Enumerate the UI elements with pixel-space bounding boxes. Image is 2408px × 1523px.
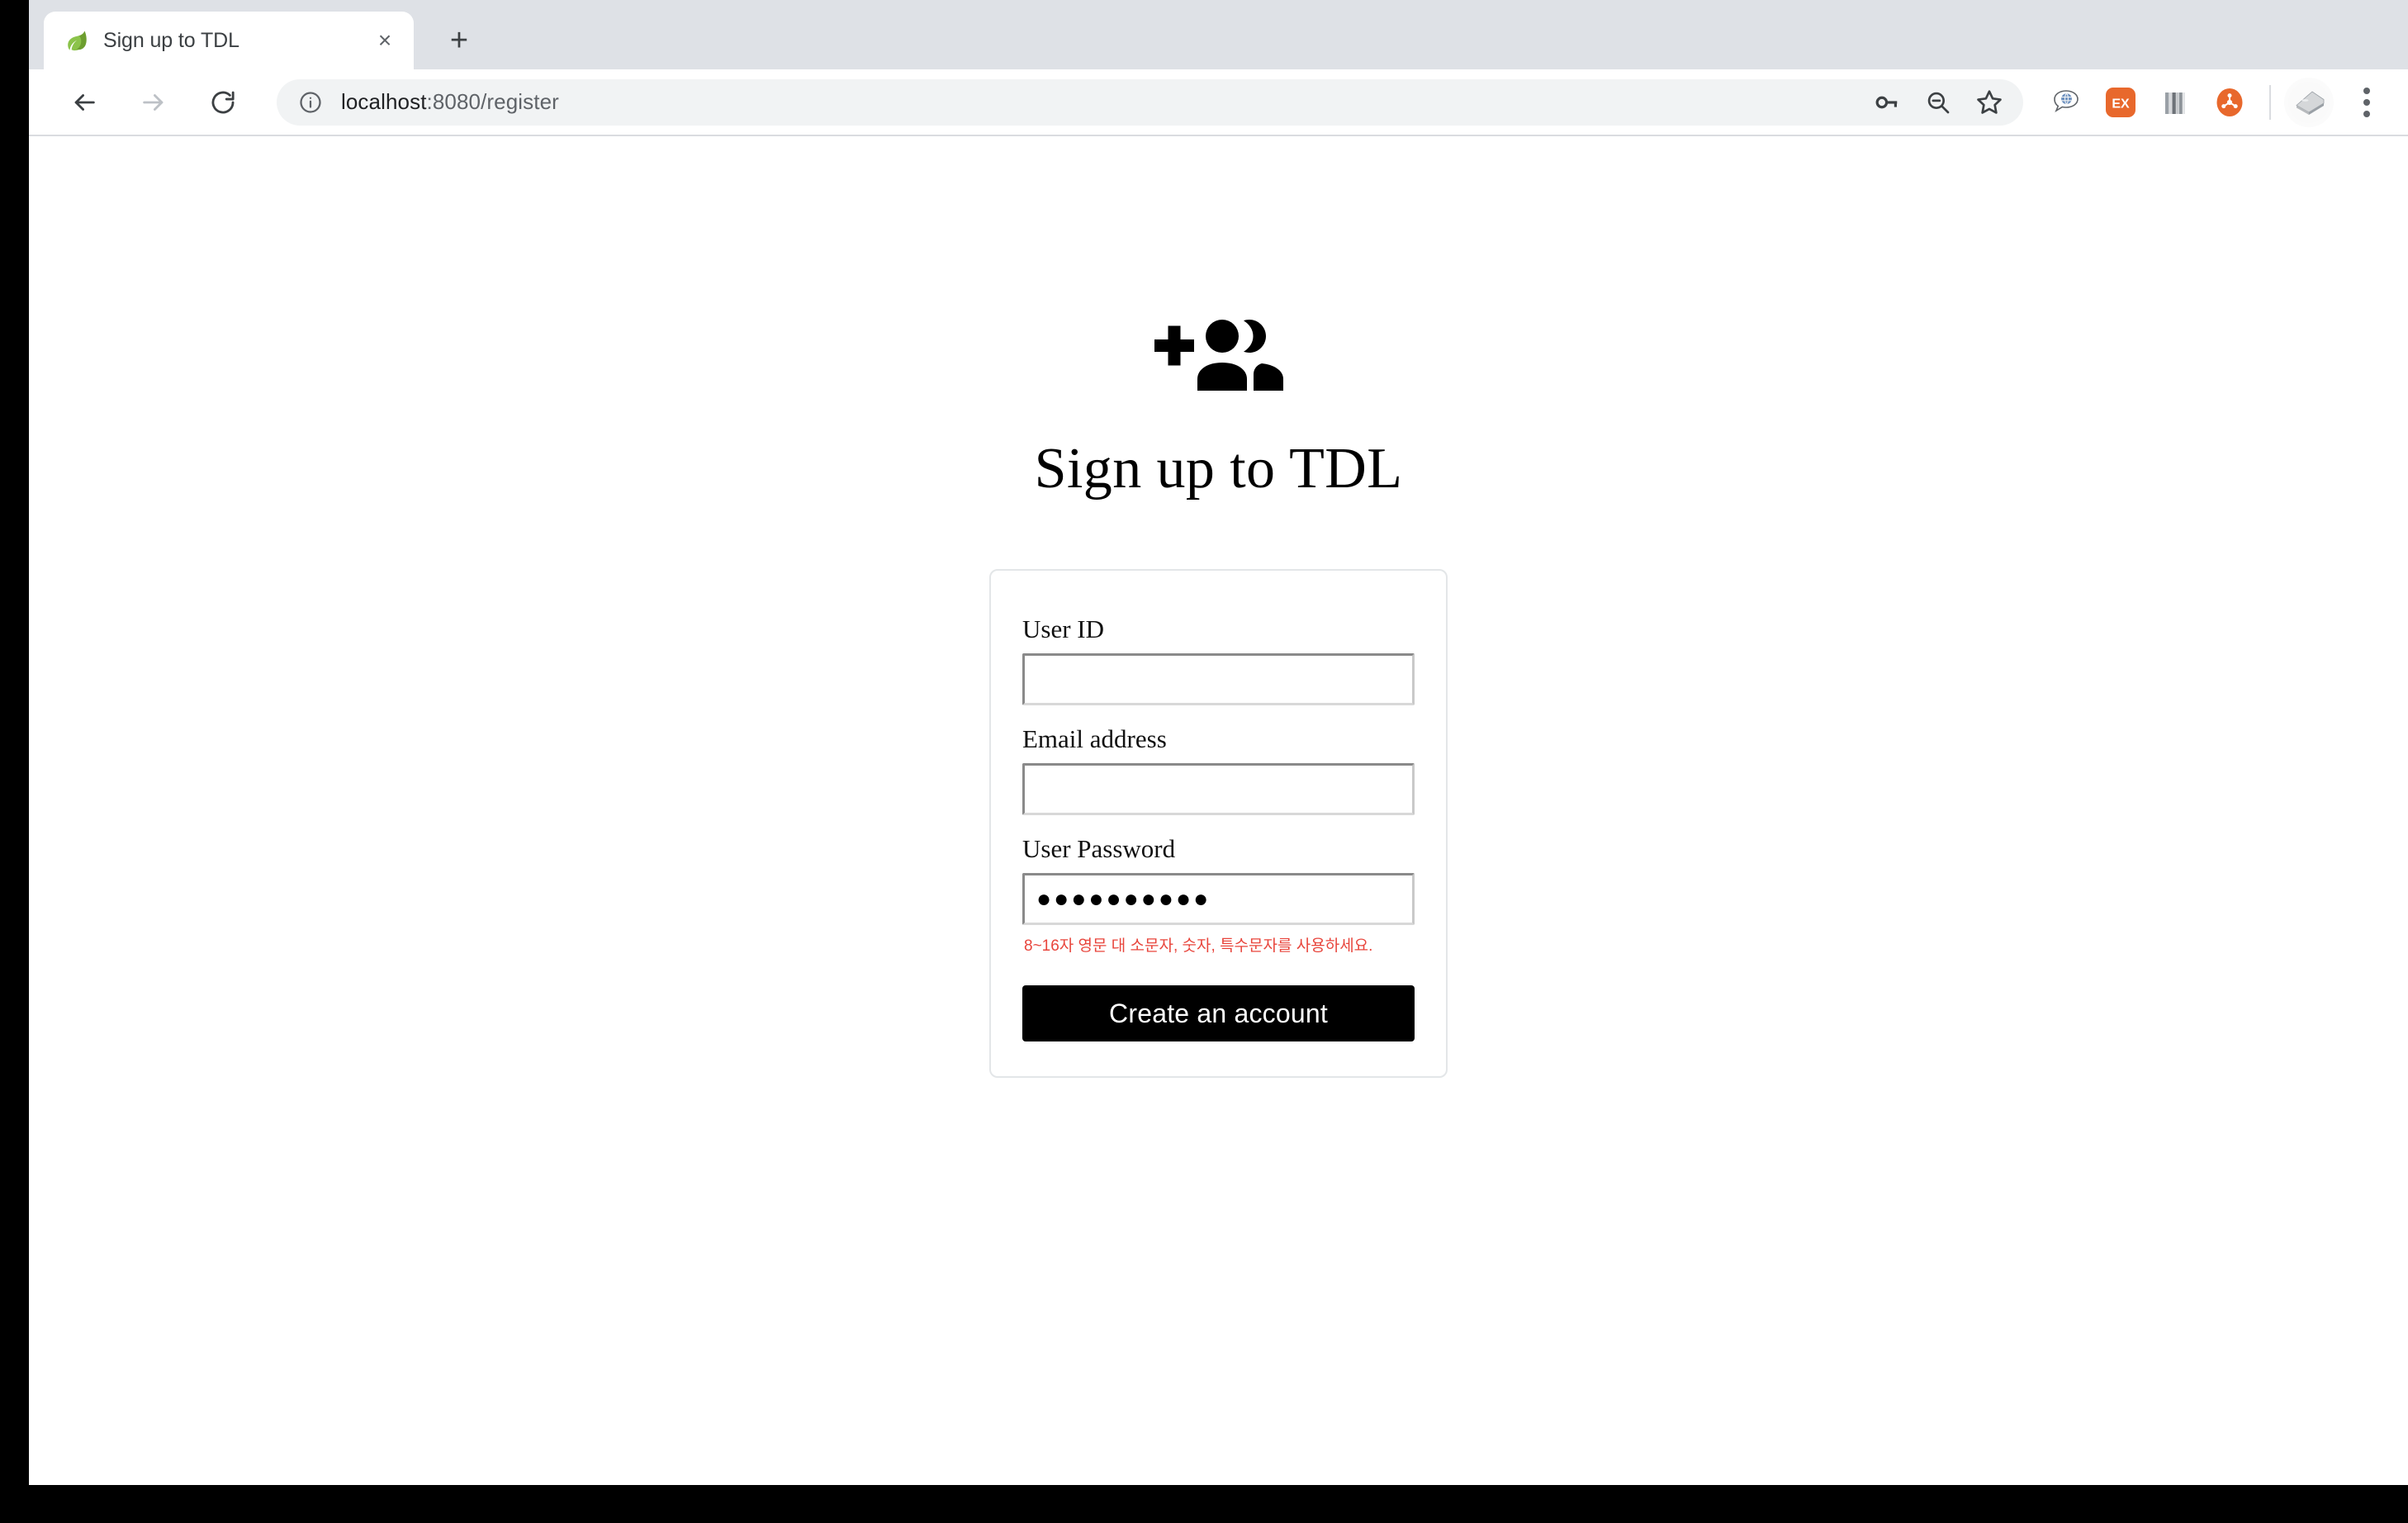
translate-bubble-extension-icon[interactable] [2043, 79, 2089, 126]
chrome-menu-button[interactable] [2344, 79, 2390, 126]
email-address-label: Email address [1022, 724, 1167, 754]
molecule-extension-icon[interactable] [2207, 79, 2253, 126]
signup-page: Sign up to TDL User ID Email address Use… [29, 310, 2408, 1078]
spring-leaf-favicon [62, 26, 90, 55]
field-user-password: User Password ●●●●●●●●●● [1022, 834, 1415, 926]
omnibox-actions [1858, 80, 2017, 125]
browser-tab-title: Sign up to TDL [103, 28, 239, 52]
profile-avatar[interactable] [2284, 77, 2334, 127]
field-user-id: User ID [1022, 614, 1415, 706]
ex-extension-icon[interactable]: EX [2098, 79, 2144, 126]
signup-card: User ID Email address User Password ●●●●… [989, 569, 1448, 1078]
tab-strip: Sign up to TDL × + [29, 0, 2408, 69]
extension-icons: EX [2035, 79, 2253, 126]
browser-window: Sign up to TDL × + localhost:8080/regist… [29, 0, 2408, 1485]
user-id-input[interactable] [1022, 653, 1415, 706]
create-account-button[interactable]: Create an account [1022, 984, 1415, 1041]
address-bar-url: localhost:8080/register [341, 89, 1858, 115]
page-viewport: Sign up to TDL User ID Email address Use… [29, 136, 2408, 1485]
back-icon[interactable] [60, 78, 108, 126]
address-bar-path: :8080/register [426, 89, 559, 114]
new-tab-button[interactable]: + [437, 18, 481, 63]
group-add-icon [1154, 320, 1283, 391]
password-key-icon[interactable] [1865, 80, 1909, 125]
user-id-label: User ID [1022, 614, 1104, 643]
zoom-out-icon[interactable] [1916, 80, 1960, 125]
menu-dot [2363, 87, 2370, 94]
page-title: Sign up to TDL [1034, 437, 1403, 501]
browser-toolbar: localhost:8080/register EX [29, 69, 2408, 136]
password-hint-message: 8~16자 영문 대 소문자, 숫자, 특수문자를 사용하세요. [1024, 937, 1373, 956]
bookmark-star-icon[interactable] [1967, 80, 2012, 125]
browser-tab[interactable]: Sign up to TDL × [44, 12, 414, 69]
reload-icon[interactable] [199, 78, 247, 126]
forward-icon[interactable] [130, 78, 178, 126]
toolbar-divider [2269, 84, 2271, 120]
info-circle-icon[interactable] [296, 88, 325, 116]
field-email-address: Email address [1022, 724, 1415, 816]
close-icon[interactable]: × [369, 25, 401, 56]
user-password-input[interactable]: ●●●●●●●●●● [1022, 873, 1415, 926]
address-bar-host: localhost [341, 89, 427, 114]
os-window-frame: Sign up to TDL × + localhost:8080/regist… [0, 0, 2408, 1523]
email-address-input[interactable] [1022, 763, 1415, 816]
address-bar[interactable]: localhost:8080/register [277, 78, 2023, 126]
menu-dot [2363, 98, 2370, 106]
user-password-label: User Password [1022, 834, 1176, 864]
stripes-extension-icon[interactable] [2152, 79, 2198, 126]
menu-dot [2363, 110, 2370, 117]
svg-text:EX: EX [2112, 97, 2130, 111]
